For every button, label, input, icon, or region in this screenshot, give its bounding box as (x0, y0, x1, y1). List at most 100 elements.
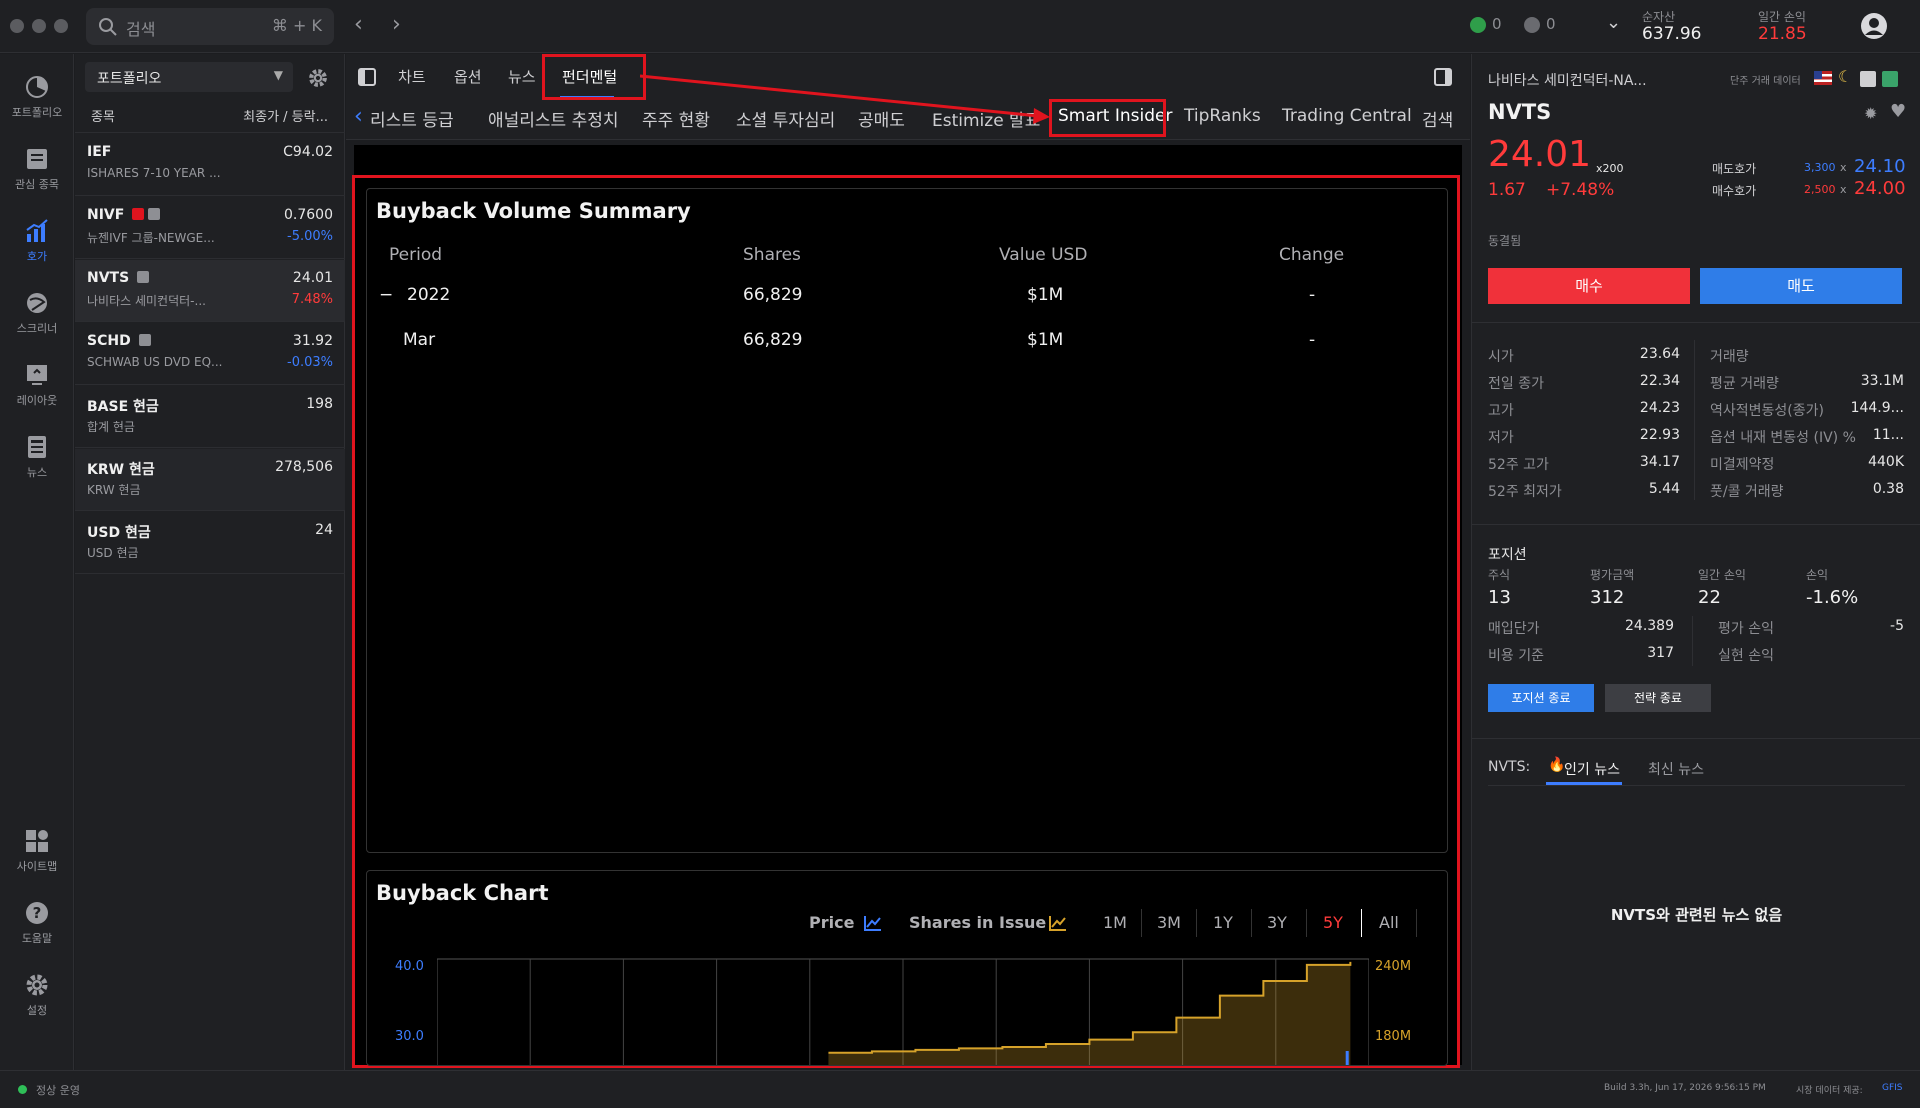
layout-icon (27, 365, 47, 385)
gear-icon[interactable] (307, 67, 329, 89)
rail-item-screener[interactable]: 스크리너 (0, 290, 74, 336)
user-avatar-icon[interactable] (1860, 12, 1888, 40)
back-arrow-icon[interactable]: ‹ (354, 12, 363, 37)
quote-symbol: NVTS (1488, 100, 1552, 124)
portfolio-row-selected[interactable]: NVTS 나비타스 세미컨덕터-... 24.01 7.48% (75, 260, 345, 322)
tab-latest-news[interactable]: 최신 뉴스 (1648, 759, 1704, 779)
bid-price[interactable]: 24.00 (1854, 178, 1906, 199)
stat-value: 33.1M (1860, 373, 1904, 389)
rail-item-sitemap[interactable]: 사이트맵 (0, 828, 74, 874)
range-5y[interactable]: 5Y (1323, 913, 1343, 932)
range-1y[interactable]: 1Y (1213, 913, 1233, 932)
tab-chart[interactable]: 차트 (398, 66, 426, 87)
portfolio-row[interactable]: IEF ISHARES 7-10 YEAR ... C94.02 (75, 134, 345, 196)
collapse-toggle[interactable]: − (379, 285, 393, 305)
tab-news[interactable]: 뉴스 (508, 66, 536, 87)
chart-title: Buyback Chart (376, 881, 549, 905)
close-strategy-button[interactable]: 전략 종료 (1605, 684, 1711, 712)
tab-trading-central[interactable]: Trading Central (1282, 106, 1412, 126)
sell-button[interactable]: 매도 (1700, 268, 1902, 304)
quote-panel: 나비타스 세미컨덕터-NA... 단주 거래 데이터 ☾ NVTS ✹ ♥ 24… (1471, 54, 1920, 1070)
divider (1472, 738, 1920, 739)
tab-analyst-estimates[interactable]: 애널리스트 추정치 (488, 106, 619, 131)
heart-icon[interactable]: ♥ (1890, 101, 1906, 122)
window-minimize-dot[interactable] (32, 19, 46, 33)
doc-icon (138, 334, 151, 346)
settings-icon (26, 974, 48, 996)
portfolio-row[interactable]: SCHD SCHWAB US DVD EQ... 31.92 -0.03% (75, 323, 345, 385)
svg-text:?: ? (33, 904, 42, 922)
row-period: 2022 (407, 285, 451, 305)
rail-item-settings[interactable]: 설정 (0, 972, 74, 1018)
stat-label: 시가 (1488, 349, 1514, 365)
change-amount: 1.67 (1488, 180, 1526, 200)
moon-icon: ☾ (1838, 67, 1853, 86)
rail-item-quote[interactable]: 호가 (0, 218, 74, 264)
rail-item-portfolio[interactable]: 포트폴리오 (0, 74, 74, 120)
tab-search[interactable]: 검색 (1422, 106, 1453, 131)
avg-cost-value: 24.389 (1625, 618, 1674, 634)
legend-shares-in-issue[interactable]: Shares in Issue (909, 913, 1046, 932)
row-period: Mar (403, 330, 436, 350)
status-bar: 정상 운영 Build 3.3h, Jun 17, 2026 9:56:15 P… (0, 1070, 1920, 1108)
position-col-value: 13 (1488, 587, 1511, 608)
odd-lot-label: 단주 거래 데이터 (1730, 76, 1801, 87)
panel-right-toggle-icon[interactable] (1434, 68, 1452, 86)
rail-item-layout[interactable]: 레이아웃 (0, 362, 74, 408)
tab-options[interactable]: 옵션 (454, 66, 482, 87)
range-all[interactable]: All (1379, 913, 1399, 932)
buy-button[interactable]: 매수 (1488, 268, 1690, 304)
row-symbol-wrap: NIVF (87, 207, 161, 223)
stat-label: 저가 (1488, 430, 1514, 446)
portfolio-selector[interactable]: 포트폴리오 ▼ (85, 62, 293, 92)
chevron-down-icon[interactable]: ⌄ (1606, 12, 1621, 33)
flag-icon (132, 208, 145, 220)
portfolio-row[interactable]: USD 현금 USD 현금 24 (75, 512, 345, 574)
divider (1694, 340, 1695, 500)
stat-label: 거래량 (1710, 349, 1749, 365)
tab-analyst-rating[interactable]: 리스트 등급 (370, 106, 454, 131)
screener-icon (27, 293, 47, 313)
portfolio-panel: 포트폴리오 ▼ 종목 최종가 / 등락... IEF ISHARES 7-10 … (75, 54, 345, 1070)
close-position-button[interactable]: 포지션 종료 (1488, 684, 1594, 712)
divider (1488, 785, 1905, 786)
range-3y[interactable]: 3Y (1267, 913, 1287, 932)
row-symbol-wrap: SCHD (87, 333, 151, 349)
search-input[interactable]: 검색 ⌘ + K (86, 8, 334, 45)
highlight-box-fundamentals (542, 54, 646, 100)
rail-item-news[interactable]: 뉴스 (0, 434, 74, 480)
ask-price[interactable]: 24.10 (1854, 156, 1906, 177)
portfolio-row[interactable]: KRW 현금 KRW 현금 278,506 (75, 449, 345, 511)
doc-icon (137, 271, 150, 283)
panel-toggle-icon[interactable] (358, 68, 376, 86)
column-period: Period (389, 245, 443, 265)
portfolio-row[interactable]: BASE 현금 합계 현금 198 (75, 386, 345, 448)
tab-tipranks[interactable]: TipRanks (1184, 106, 1261, 126)
ask-label: 매도호가 (1712, 162, 1757, 176)
window-close-dot[interactable] (10, 19, 24, 33)
position-title: 포지션 (1488, 547, 1527, 563)
window-maximize-dot[interactable] (54, 19, 68, 33)
legend-price[interactable]: Price (809, 913, 854, 932)
stat-label: 미결제약정 (1710, 457, 1775, 473)
divider (1416, 909, 1417, 937)
gear-icon[interactable]: ✹ (1864, 104, 1877, 123)
rail-item-watchlist[interactable]: 관심 종목 (0, 146, 74, 192)
buyback-plot[interactable] (437, 957, 1369, 1066)
y-left-tick: 30.0 (395, 1029, 424, 1044)
ask-size: 3,300 (1804, 161, 1836, 174)
range-3m[interactable]: 3M (1157, 913, 1181, 932)
net-assets-label: 순자산 (1642, 10, 1676, 24)
provider-link[interactable]: GFIS (1882, 1083, 1903, 1093)
portfolio-row[interactable]: NIVF 뉴젠IVF 그룹-NEWGE... 0.7600 -5.00% (75, 197, 345, 259)
scroll-left-icon[interactable]: ‹ (354, 104, 363, 129)
rail-label: 스크리너 (16, 322, 58, 335)
row-name: USD 현금 (87, 546, 139, 560)
range-1m[interactable]: 1M (1103, 913, 1127, 932)
row-change: 7.48% (291, 292, 333, 307)
forward-arrow-icon[interactable]: › (392, 12, 401, 37)
rail-item-help[interactable]: ? 도움말 (0, 900, 74, 946)
top-bar: 검색 ⌘ + K ‹ › 0 0 ⌄ 순자산 637.96 일간 손익 21.8… (0, 0, 1920, 53)
tab-hot-news[interactable]: 인기 뉴스 (1564, 759, 1620, 779)
stat-value: 22.34 (1639, 373, 1680, 389)
